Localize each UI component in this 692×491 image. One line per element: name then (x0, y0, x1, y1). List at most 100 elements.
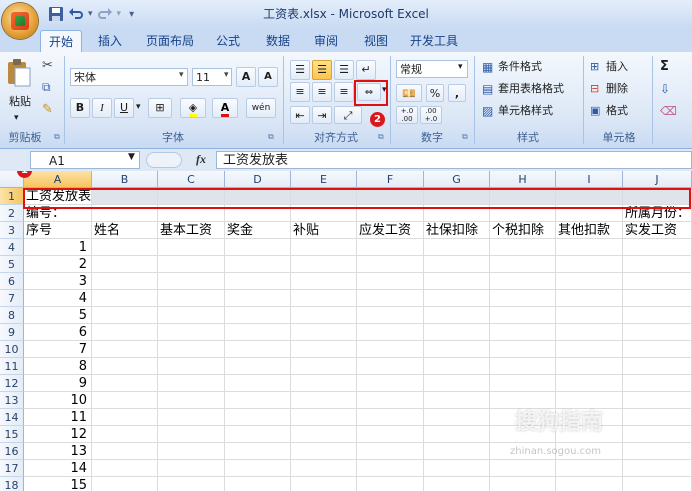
cell[interactable] (158, 426, 225, 443)
cell[interactable] (623, 409, 692, 426)
serial-cell[interactable]: 5 (24, 307, 92, 324)
fill-color-button[interactable]: ◈ (180, 98, 206, 118)
cell[interactable] (92, 324, 158, 341)
cell[interactable] (291, 409, 357, 426)
header-cell[interactable]: 应发工资 (357, 222, 424, 239)
cell[interactable] (225, 392, 291, 409)
cell[interactable] (623, 273, 692, 290)
cell[interactable] (424, 290, 490, 307)
cell[interactable] (357, 341, 424, 358)
tab-review[interactable]: 审阅 (306, 30, 346, 52)
row-header[interactable]: 12 (0, 375, 24, 392)
customize-qat-icon[interactable]: ▾ (129, 9, 134, 20)
column-header[interactable]: G (424, 171, 490, 188)
cell[interactable] (225, 443, 291, 460)
cell[interactable] (158, 409, 225, 426)
row-header[interactable]: 6 (0, 273, 24, 290)
align-center-button[interactable]: ≡ (312, 82, 332, 102)
underline-button[interactable]: U (114, 98, 134, 118)
tab-home[interactable]: 开始 (40, 30, 82, 53)
cell[interactable] (291, 290, 357, 307)
cell[interactable] (357, 426, 424, 443)
tab-data[interactable]: 数据 (258, 30, 298, 52)
cell[interactable] (225, 307, 291, 324)
cell[interactable] (225, 375, 291, 392)
column-header[interactable]: A (24, 171, 92, 188)
cut-icon[interactable]: ✂ (42, 58, 53, 73)
row-header[interactable]: 11 (0, 358, 24, 375)
serial-cell[interactable]: 10 (24, 392, 92, 409)
grow-font-button[interactable]: A (236, 67, 256, 87)
cell[interactable] (424, 324, 490, 341)
header-cell[interactable]: 实发工资 (623, 222, 692, 239)
cell[interactable] (225, 273, 291, 290)
column-header[interactable]: E (291, 171, 357, 188)
cell[interactable] (92, 477, 158, 491)
cell[interactable] (424, 358, 490, 375)
cell[interactable] (623, 256, 692, 273)
row-header[interactable]: 14 (0, 409, 24, 426)
office-button[interactable] (2, 3, 38, 39)
row-header[interactable]: 13 (0, 392, 24, 409)
cell[interactable] (291, 477, 357, 491)
column-header[interactable]: D (225, 171, 291, 188)
serial-cell[interactable]: 13 (24, 443, 92, 460)
column-header[interactable]: F (357, 171, 424, 188)
cell[interactable] (92, 290, 158, 307)
orientation-button[interactable]: ⤢ (334, 106, 362, 124)
borders-button[interactable]: ⊞ (148, 98, 172, 118)
cell[interactable] (291, 324, 357, 341)
cell[interactable] (158, 375, 225, 392)
save-icon[interactable] (48, 6, 64, 22)
cell[interactable] (225, 409, 291, 426)
serial-cell[interactable]: 11 (24, 409, 92, 426)
row-header[interactable]: 18 (0, 477, 24, 491)
cell[interactable] (623, 392, 692, 409)
font-size-dropdown-icon[interactable]: ▾ (224, 70, 229, 80)
row-header[interactable]: 17 (0, 460, 24, 477)
increase-decimal-button[interactable]: +.0 .00 (396, 106, 418, 124)
cell[interactable] (623, 443, 692, 460)
cell[interactable] (424, 460, 490, 477)
tab-view[interactable]: 视图 (356, 30, 396, 52)
autosum-button[interactable]: Σ (660, 57, 669, 77)
cell[interactable] (357, 239, 424, 256)
name-box-dropdown-icon[interactable]: ▼ (128, 152, 135, 162)
cell[interactable] (556, 307, 623, 324)
cell[interactable] (556, 477, 623, 491)
formula-input[interactable]: 工资发放表 (216, 151, 692, 169)
cell[interactable] (424, 477, 490, 491)
cell[interactable] (424, 392, 490, 409)
cell[interactable] (92, 409, 158, 426)
cell[interactable] (357, 324, 424, 341)
cell[interactable] (424, 409, 490, 426)
cell[interactable] (357, 443, 424, 460)
column-header[interactable]: C (158, 171, 225, 188)
conditional-format-button[interactable]: 条件格式 (498, 57, 542, 77)
serial-cell[interactable]: 6 (24, 324, 92, 341)
cell[interactable] (490, 460, 556, 477)
tab-developer[interactable]: 开发工具 (404, 30, 464, 52)
cell[interactable] (92, 460, 158, 477)
decrease-decimal-button[interactable]: .00 +.0 (420, 106, 442, 124)
cell[interactable] (556, 256, 623, 273)
cell[interactable] (158, 341, 225, 358)
cell[interactable] (623, 477, 692, 491)
wrap-text-button[interactable]: ↵ (356, 60, 376, 80)
cell[interactable] (158, 290, 225, 307)
column-header[interactable]: H (490, 171, 556, 188)
undo-dropdown-icon[interactable]: ▾ (88, 9, 93, 19)
paste-dropdown-icon[interactable]: ▾ (14, 108, 19, 128)
cell[interactable] (225, 477, 291, 491)
cell[interactable] (92, 443, 158, 460)
cell[interactable] (92, 307, 158, 324)
format-cells-button[interactable]: 格式 (606, 101, 628, 121)
align-middle-button[interactable]: ☰ (312, 60, 332, 80)
clipboard-launcher-icon[interactable]: ⧉ (54, 132, 60, 142)
cell[interactable] (556, 460, 623, 477)
cell[interactable] (490, 324, 556, 341)
cell[interactable] (424, 443, 490, 460)
cell[interactable] (158, 443, 225, 460)
cell[interactable] (357, 358, 424, 375)
paste-button[interactable]: 粘贴 (6, 92, 34, 112)
